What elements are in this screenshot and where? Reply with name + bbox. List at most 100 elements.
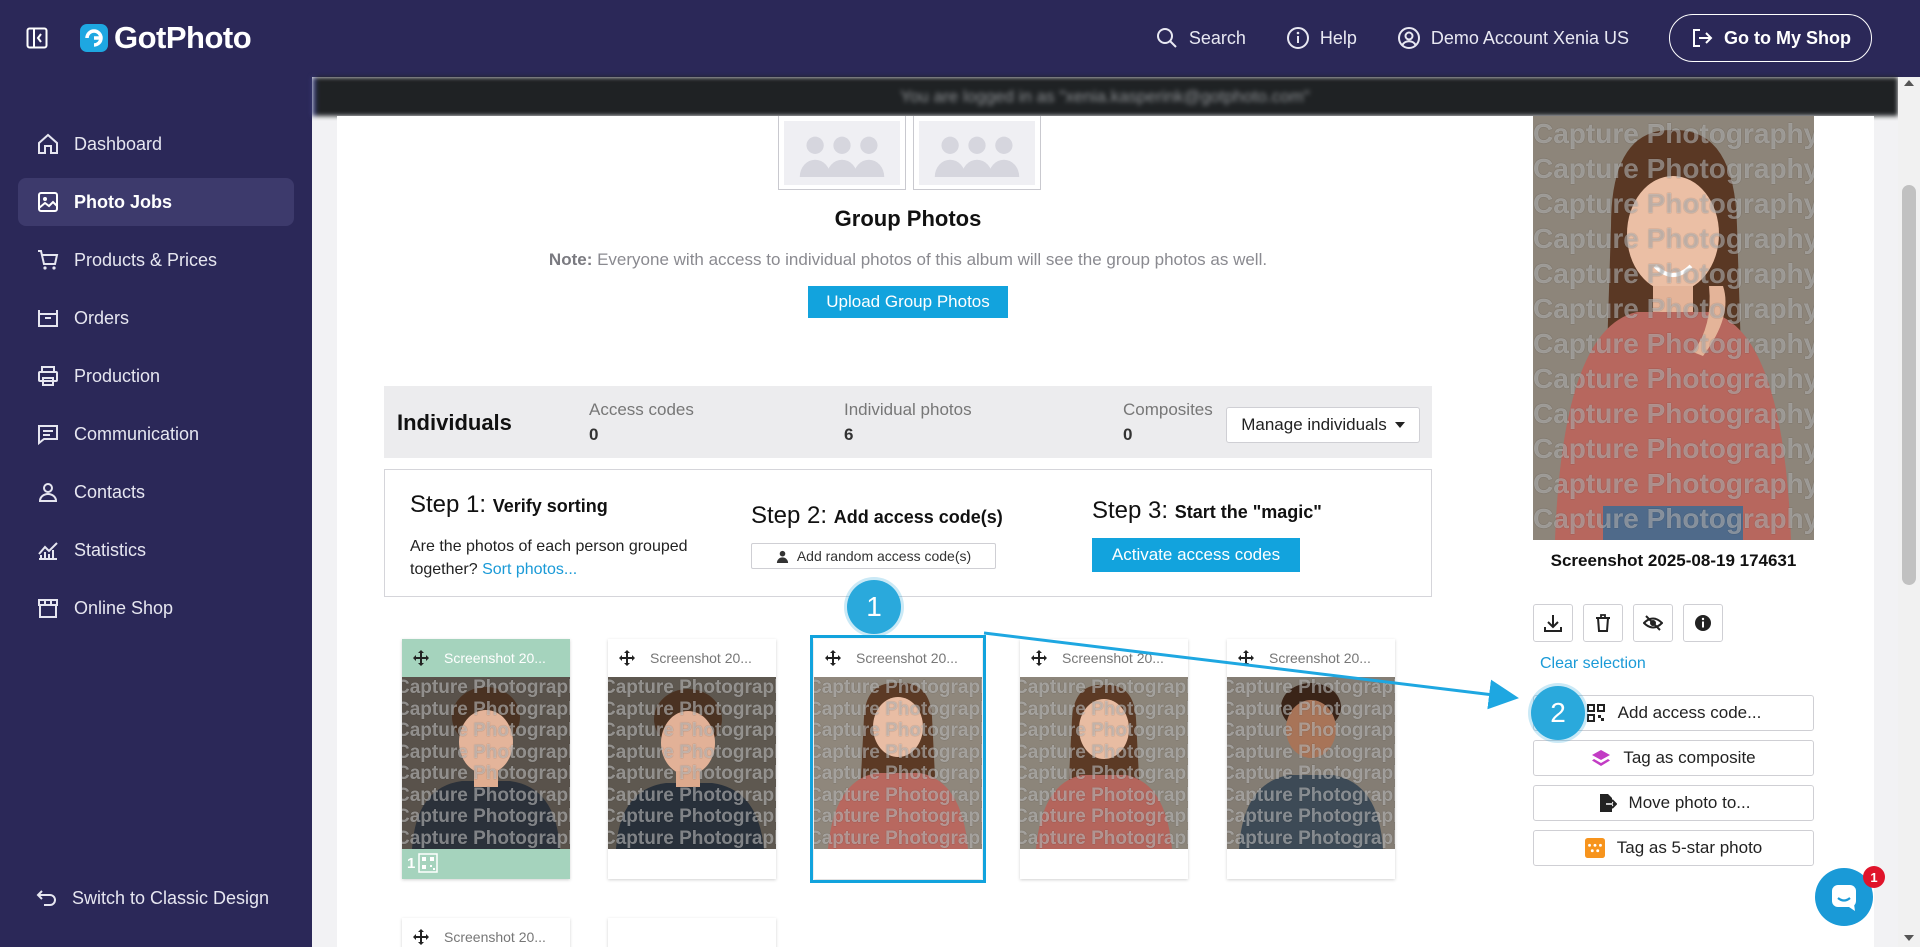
chat-icon [1832,885,1856,911]
step3-title: Start the "magic" [1174,502,1322,522]
move-icon[interactable] [1030,649,1048,667]
thumbnail-image: Capture PhotographyCapture PhotographyCa… [1020,677,1188,849]
photo-thumbnail[interactable]: Screenshot 20... Capture PhotographyCapt… [1227,639,1395,879]
move-icon[interactable] [618,649,636,667]
info-button[interactable] [1683,604,1723,642]
thumbnail-label: Screenshot 20... [444,929,546,945]
thumbnail-image: Capture PhotographyCapture PhotographyCa… [814,677,982,849]
person-icon [776,550,788,563]
scroll-up-arrow-icon[interactable] [1904,80,1914,86]
group-photo-placeholder[interactable] [778,116,906,190]
thumbnail-label: Screenshot 20... [444,650,546,666]
impersonation-banner: You are logged in as "xenia.kasperink@go… [312,77,1898,116]
note-text: Everyone with access to individual photo… [592,250,1268,269]
tag-5-star-button[interactable]: Tag as 5-star photo [1533,830,1814,866]
tag-as-composite-button[interactable]: Tag as composite [1533,740,1814,776]
undo-icon [36,890,56,906]
gotphoto-logo[interactable]: GotPhoto [78,20,252,56]
sort-photos-link[interactable]: Sort photos... [482,561,577,578]
home-icon [38,133,58,154]
photo-thumbnail[interactable]: Screenshot 20... Capture PhotographyCapt… [810,635,986,883]
sidebar-item-production[interactable]: Production [18,352,294,400]
thumbnail-header: Screenshot 20... [814,639,982,677]
exit-icon [1693,29,1713,47]
access-code-count: 1 [407,854,416,872]
layers-icon [1592,750,1611,766]
top-bar: GotPhoto Search Help Demo Account Xenia … [0,0,1920,77]
hide-button[interactable] [1633,604,1673,642]
help-button[interactable]: Help [1286,26,1357,50]
group-people-icon [799,136,885,177]
step2-heading: Step 2: Add access code(s) [751,502,1003,530]
thumbnail-image: Capture PhotographyCapture PhotographyCa… [402,677,570,849]
sidebar-item-label: Dashboard [74,133,163,154]
scroll-down-arrow-icon[interactable] [1904,935,1914,941]
sidebar-item-communication[interactable]: Communication [18,410,294,458]
sidebar-toggle-icon[interactable] [26,27,48,49]
photo-thumbnail[interactable]: Screenshot 20... Capture PhotographyCapt… [1020,639,1188,879]
move-icon[interactable] [412,928,430,946]
thumbnail-header: Screenshot 20... [402,918,570,947]
step-callout-2: 2 [1531,686,1585,740]
thumbnail-image: Capture PhotographyCapture PhotographyCa… [608,677,776,849]
add-random-access-codes-button[interactable]: Add random access code(s) [751,543,996,569]
search-icon [1156,28,1177,48]
stat-composites: Composites 0 [1123,400,1213,445]
sidebar-item-label: Statistics [74,539,147,560]
info-icon [1695,615,1711,631]
thumbnail-label: Screenshot 20... [1269,650,1371,666]
qr-code-icon [1586,704,1605,722]
step1-title: Verify sorting [492,496,608,516]
store-icon [38,599,58,618]
sidebar-item-contacts[interactable]: Contacts [18,468,294,516]
tag-as-composite-label: Tag as composite [1623,748,1756,767]
step2-title: Add access code(s) [833,507,1003,527]
thumbnail-header: Screenshot 20... [402,639,570,677]
download-button[interactable] [1533,604,1573,642]
switch-classic-label: Switch to Classic Design [72,887,270,908]
sidebar-item-online-shop[interactable]: Online Shop [18,584,294,632]
sidebar-item-label: Contacts [74,481,146,502]
sidebar-item-dashboard[interactable]: Dashboard [18,120,294,168]
move-icon[interactable] [824,649,842,667]
note-prefix: Note: [548,250,593,269]
search-button[interactable]: Search [1155,26,1246,50]
logo-text: GotPhoto [114,20,252,55]
photo-thumbnail[interactable]: Screenshot 20... Capture PhotographyCapt… [402,639,570,879]
photo-thumbnail[interactable]: Screenshot 20... Capture PhotographyCapt… [608,639,776,879]
steps-panel: Step 1: Verify sorting Are the photos of… [384,469,1432,597]
photo-preview: Capture Photography Capture Photography Ca… [1533,116,1814,540]
group-photo-placeholder[interactable] [913,116,1041,190]
sidebar-item-statistics[interactable]: Statistics [18,526,294,574]
manage-individuals-dropdown[interactable]: Manage individuals [1226,407,1420,443]
tag-5-star-label: Tag as 5-star photo [1616,838,1763,857]
stat-value: 0 [589,425,599,444]
step1-description: Are the photos of each person grouped to… [410,535,720,581]
move-photo-button[interactable]: Move photo to... [1533,785,1814,821]
clear-selection-link[interactable]: Clear selection [1540,655,1646,673]
go-to-shop-button[interactable]: Go to My Shop [1669,14,1872,62]
sidebar-item-orders[interactable]: Orders [18,294,294,342]
thumbnail-label: Screenshot 20... [650,650,752,666]
person-icon [38,483,58,502]
stat-access-codes: Access codes 0 [589,400,694,445]
help-label: Help [1319,27,1357,48]
switch-classic-design-link[interactable]: Switch to Classic Design [36,887,269,909]
chart-icon [38,542,58,560]
move-icon[interactable] [412,649,430,667]
individuals-summary: Individuals Access codes 0 Individual ph… [384,386,1432,458]
activate-access-codes-button[interactable]: Activate access codes [1092,538,1300,572]
thumbnail-label: Screenshot 20... [1062,650,1164,666]
scrollbar-thumb[interactable] [1902,185,1916,585]
upload-group-photos-button[interactable]: Upload Group Photos [808,286,1008,318]
info-icon [1286,27,1309,49]
file-move-icon [1599,794,1617,812]
account-label: Demo Account Xenia US [1430,27,1630,48]
account-menu[interactable]: Demo Account Xenia US [1397,26,1629,50]
delete-button[interactable] [1583,604,1623,642]
photo-thumbnail[interactable]: Screenshot 20... [402,918,570,947]
thumbnail-header: Screenshot 20... [1227,639,1395,677]
manage-individuals-label: Manage individuals [1241,415,1387,434]
step3-heading: Step 3: Start the "magic" [1092,497,1322,525]
move-icon[interactable] [1237,649,1255,667]
